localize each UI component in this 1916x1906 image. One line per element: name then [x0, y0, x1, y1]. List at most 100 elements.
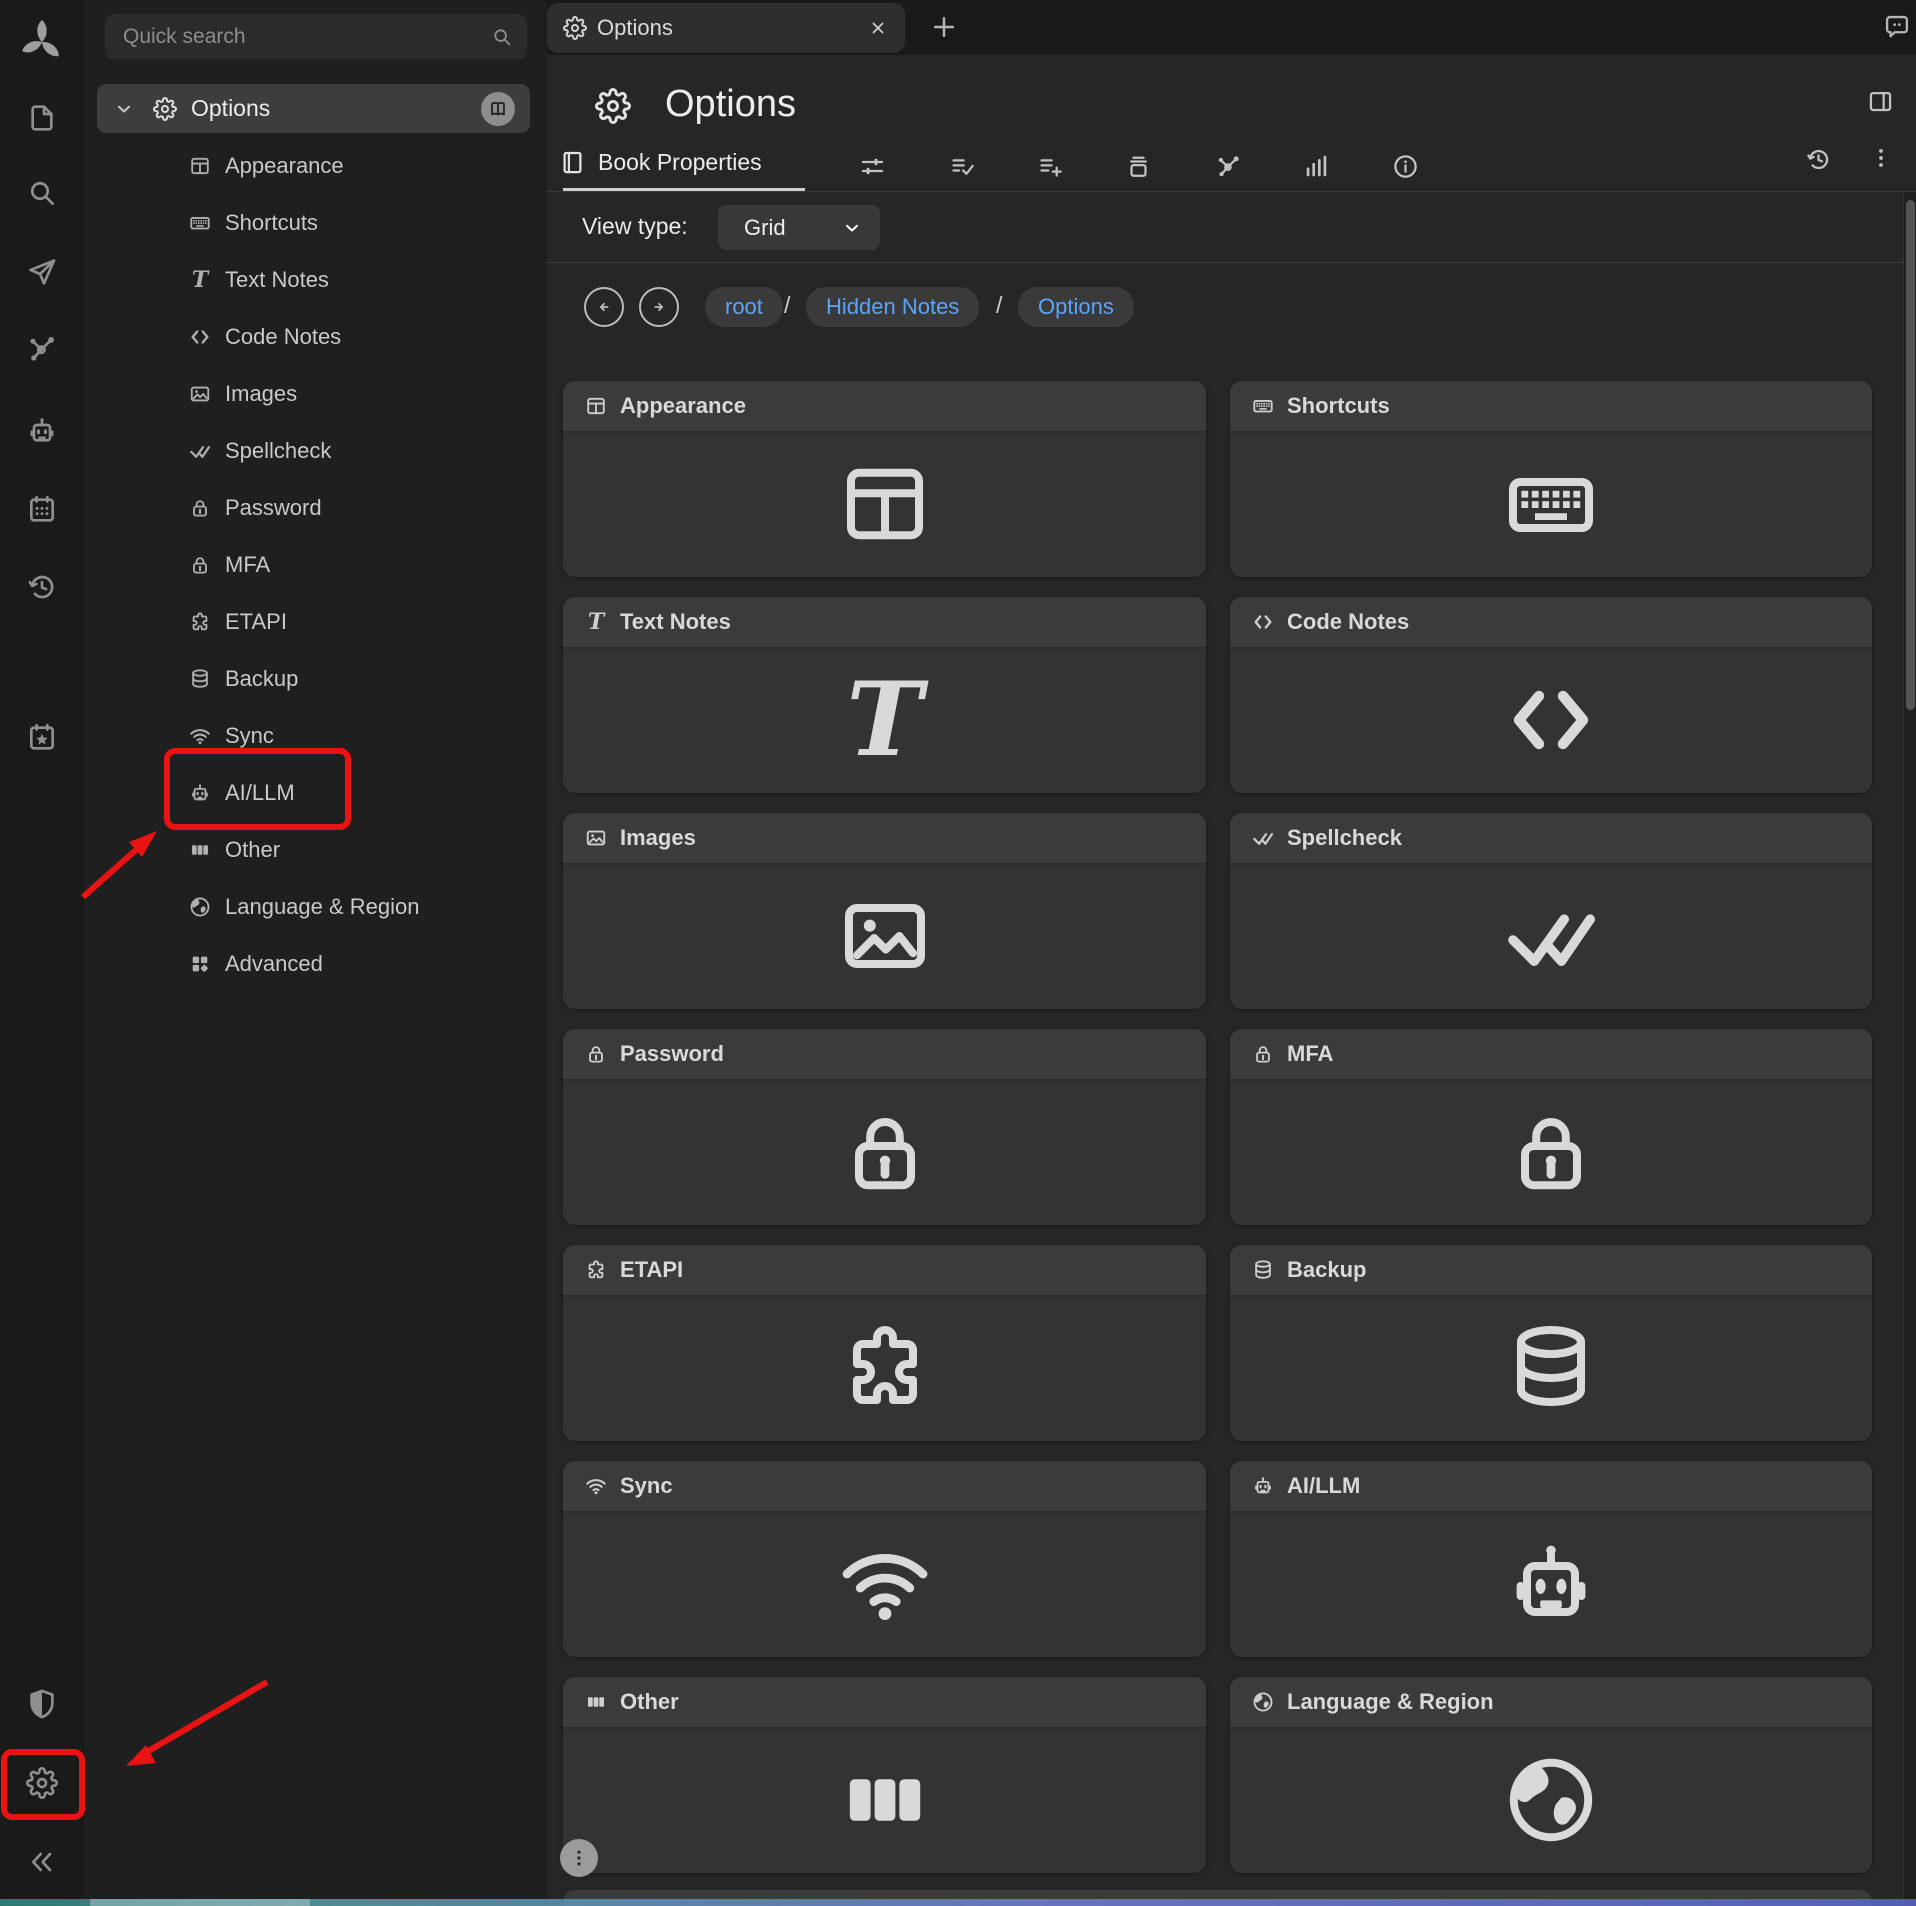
- open-book-button[interactable]: [481, 92, 515, 126]
- option-card[interactable]: Sync: [563, 1461, 1206, 1657]
- layout-icon: [837, 456, 933, 552]
- forward-button[interactable]: [639, 287, 679, 327]
- tree-item[interactable]: Images: [84, 365, 547, 422]
- tab-book-properties[interactable]: Book Properties: [559, 149, 762, 176]
- chat-icon[interactable]: [1883, 13, 1911, 41]
- vertical-scrollbar[interactable]: [1903, 192, 1916, 1906]
- option-card[interactable]: Code Notes: [1230, 597, 1872, 793]
- chevrons-left-icon[interactable]: [26, 1846, 58, 1878]
- ellipsis-icon: [585, 1691, 607, 1713]
- tree-item-label: Sync: [225, 723, 274, 749]
- option-card[interactable]: Images: [563, 813, 1206, 1009]
- breadcrumb-separator: /: [996, 292, 1002, 319]
- tree-item[interactable]: Shortcuts: [84, 194, 547, 251]
- new-note-icon[interactable]: [26, 102, 58, 134]
- share-icon[interactable]: [26, 333, 58, 365]
- view-type-select[interactable]: Grid: [718, 205, 880, 250]
- new-tab-button[interactable]: [929, 12, 959, 42]
- kebab-icon[interactable]: [1869, 146, 1893, 170]
- bottom-edge-strip: [0, 1899, 1916, 1906]
- split-pane-icon[interactable]: [1867, 88, 1894, 115]
- option-card[interactable]: T Text Notes T: [563, 597, 1206, 793]
- gear-icon[interactable]: [26, 1767, 58, 1799]
- history-icon[interactable]: [26, 571, 58, 603]
- puzzle-icon: [837, 1320, 933, 1416]
- tree-items: Appearance Shortcuts T Text Notes Code N…: [84, 137, 547, 992]
- option-card[interactable]: Spellcheck: [1230, 813, 1872, 1009]
- scrollbar-thumb[interactable]: [1906, 200, 1915, 710]
- tree-item[interactable]: Code Notes: [84, 308, 547, 365]
- text-t-icon: T: [189, 269, 211, 291]
- robot-icon[interactable]: [26, 415, 58, 447]
- image-icon: [189, 383, 211, 405]
- sliders-icon[interactable]: [859, 153, 886, 180]
- image-icon: [585, 827, 607, 849]
- tree-item[interactable]: Appearance: [84, 137, 547, 194]
- card-title: Appearance: [620, 393, 746, 419]
- option-card[interactable]: Language & Region: [1230, 1677, 1872, 1873]
- back-button[interactable]: [584, 287, 624, 327]
- option-card[interactable]: Other: [563, 1677, 1206, 1873]
- card-title: Shortcuts: [1287, 393, 1390, 419]
- tree-item[interactable]: AI/LLM: [84, 764, 547, 821]
- sidebar-more-button[interactable]: [560, 1839, 598, 1877]
- tree-item[interactable]: Password: [84, 479, 547, 536]
- list-plus-icon[interactable]: [1037, 153, 1064, 180]
- breadcrumb-root[interactable]: root: [705, 287, 783, 327]
- archive-icon[interactable]: [1125, 153, 1152, 180]
- tab-options[interactable]: Options: [547, 3, 905, 53]
- option-card[interactable]: ETAPI: [563, 1245, 1206, 1441]
- option-card[interactable]: Backup: [1230, 1245, 1872, 1441]
- view-type-row: View type: Grid: [547, 192, 1916, 263]
- note-header: Options Book Properties: [547, 55, 1916, 192]
- view-type-label: View type:: [582, 213, 688, 240]
- card-title: Text Notes: [620, 609, 731, 635]
- breadcrumb-hidden-notes[interactable]: Hidden Notes: [806, 287, 979, 327]
- tree-root-options[interactable]: Options: [97, 84, 530, 133]
- tree-item[interactable]: Other: [84, 821, 547, 878]
- tree-item[interactable]: Advanced: [84, 935, 547, 992]
- option-card[interactable]: Password: [563, 1029, 1206, 1225]
- share-icon[interactable]: [1215, 153, 1242, 180]
- card-title: Language & Region: [1287, 1689, 1494, 1715]
- tab-label: Options: [597, 15, 869, 41]
- trilium-logo-icon[interactable]: [17, 16, 67, 66]
- lock-icon: [189, 497, 211, 519]
- chevron-down-icon[interactable]: [114, 99, 134, 119]
- card-title: Backup: [1287, 1257, 1366, 1283]
- search-input[interactable]: Quick search: [105, 14, 527, 59]
- ellipsis-icon: [837, 1752, 933, 1848]
- breadcrumb: root / Hidden Notes / Options: [547, 263, 1916, 361]
- globe-icon: [1503, 1752, 1599, 1848]
- tree-item[interactable]: ETAPI: [84, 593, 547, 650]
- tree-item[interactable]: Language & Region: [84, 878, 547, 935]
- calendar-icon[interactable]: [26, 493, 58, 525]
- option-card[interactable]: MFA: [1230, 1029, 1872, 1225]
- open-book-icon: [487, 98, 509, 120]
- chevron-down-icon: [842, 218, 862, 238]
- option-card[interactable]: AI/LLM: [1230, 1461, 1872, 1657]
- calendar-star-icon[interactable]: [26, 721, 58, 753]
- tree-item[interactable]: Backup: [84, 650, 547, 707]
- info-icon[interactable]: [1392, 153, 1419, 180]
- card-title: Images: [620, 825, 696, 851]
- shield-icon[interactable]: [26, 1688, 58, 1720]
- globe-icon: [189, 896, 211, 918]
- history-icon[interactable]: [1805, 146, 1832, 173]
- keyboard-icon: [1503, 456, 1599, 552]
- list-check-icon[interactable]: [949, 153, 976, 180]
- tree-item-label: Shortcuts: [225, 210, 318, 236]
- layout-icon: [585, 395, 607, 417]
- send-icon[interactable]: [26, 256, 58, 288]
- bar-chart-icon[interactable]: [1303, 153, 1330, 180]
- search-icon[interactable]: [26, 177, 58, 209]
- breadcrumb-options[interactable]: Options: [1018, 287, 1134, 327]
- option-card[interactable]: Appearance: [563, 381, 1206, 577]
- close-icon[interactable]: [869, 19, 887, 37]
- tree-item[interactable]: Sync: [84, 707, 547, 764]
- tree-item[interactable]: T Text Notes: [84, 251, 547, 308]
- tree-item[interactable]: MFA: [84, 536, 547, 593]
- main-pane: Options Options Book Properties View typ…: [547, 0, 1916, 1906]
- tree-item[interactable]: Spellcheck: [84, 422, 547, 479]
- option-card[interactable]: Shortcuts: [1230, 381, 1872, 577]
